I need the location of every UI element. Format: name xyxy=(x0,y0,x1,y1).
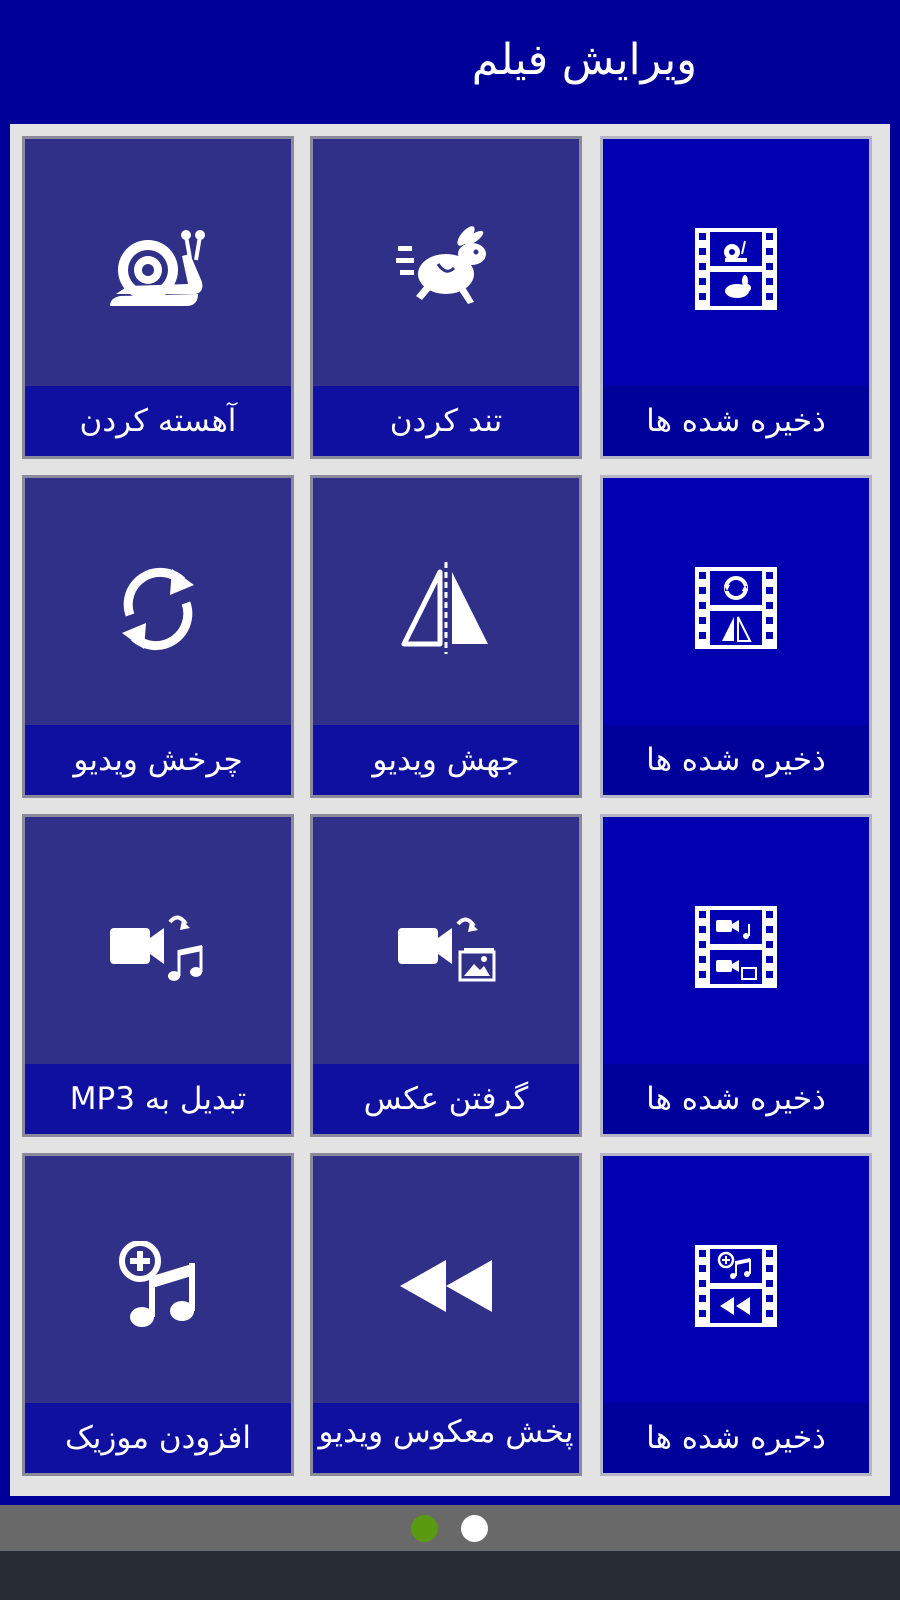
add-music-icon xyxy=(25,1216,291,1356)
speed-up-button[interactable]: تند کردن xyxy=(310,136,582,459)
tile-label: چرخش ویدیو xyxy=(25,725,291,795)
page-indicator xyxy=(0,1505,900,1551)
video-to-image-icon xyxy=(313,877,579,1017)
saved-rotate-flip-film-icon xyxy=(603,538,869,678)
video-to-music-icon xyxy=(25,877,291,1017)
tile-label: ذخیره شده ها xyxy=(603,1064,869,1134)
page-dot-inactive[interactable] xyxy=(461,1515,488,1542)
tile-label: تند کردن xyxy=(313,386,579,456)
tile-label: آهسته کردن xyxy=(25,386,291,456)
add-music-button[interactable]: افزودن موزیک xyxy=(22,1153,294,1476)
saved-music-reverse-film-icon xyxy=(603,1216,869,1356)
saved-mp3-photo-film-icon xyxy=(603,877,869,1017)
feature-grid: ذخیره شده ها تند کردن آهسته کردن ذخیره ش… xyxy=(10,124,890,1496)
tile-label: پخش معکوس ویدیو xyxy=(313,1403,579,1473)
tile-label: ذخیره شده ها xyxy=(603,386,869,456)
tile-label: گرفتن عکس xyxy=(313,1064,579,1134)
page-title: ویرایش فیلم xyxy=(471,35,697,85)
convert-mp3-button[interactable]: تبدیل به MP3 xyxy=(22,814,294,1137)
system-navigation-bar xyxy=(0,1551,900,1600)
tile-label: جهش ویدیو xyxy=(313,725,579,795)
rewind-icon xyxy=(313,1216,579,1356)
page-dot-active[interactable] xyxy=(411,1515,438,1542)
slow-motion-button[interactable]: آهسته کردن xyxy=(22,136,294,459)
snail-icon xyxy=(25,199,291,339)
rotate-icon xyxy=(25,538,291,678)
tile-label: ذخیره شده ها xyxy=(603,1403,869,1473)
running-rabbit-icon xyxy=(313,199,579,339)
tile-label: تبدیل به MP3 xyxy=(25,1064,291,1134)
saved-mp3-photo-button[interactable]: ذخیره شده ها xyxy=(600,814,872,1137)
saved-rotate-flip-button[interactable]: ذخیره شده ها xyxy=(600,475,872,798)
app-header: ویرایش فیلم xyxy=(0,0,900,123)
saved-slow-fast-button[interactable]: ذخیره شده ها xyxy=(600,136,872,459)
tile-label: افزودن موزیک xyxy=(25,1403,291,1473)
flip-video-button[interactable]: جهش ویدیو xyxy=(310,475,582,798)
saved-slow-fast-film-icon xyxy=(603,199,869,339)
flip-icon xyxy=(313,538,579,678)
capture-photo-button[interactable]: گرفتن عکس xyxy=(310,814,582,1137)
rotate-video-button[interactable]: چرخش ویدیو xyxy=(22,475,294,798)
reverse-video-button[interactable]: پخش معکوس ویدیو xyxy=(310,1153,582,1476)
saved-music-reverse-button[interactable]: ذخیره شده ها xyxy=(600,1153,872,1476)
tile-label: ذخیره شده ها xyxy=(603,725,869,795)
